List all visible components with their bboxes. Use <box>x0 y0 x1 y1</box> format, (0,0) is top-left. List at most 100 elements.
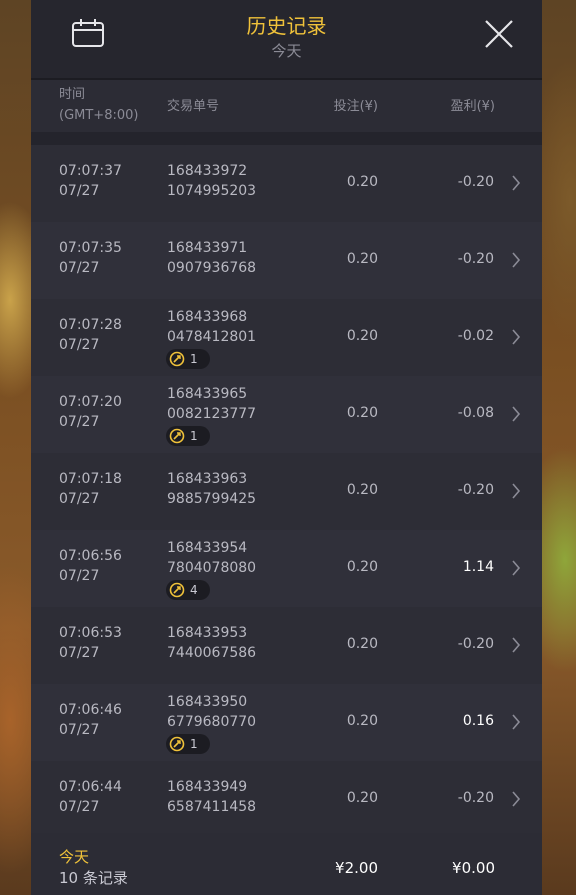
row-order-id-part1: 168433972 <box>167 163 248 179</box>
column-order-label: 交易单号 <box>167 99 220 114</box>
free-spin-badge: 1 <box>166 734 210 754</box>
row-profit: 0.16 <box>462 713 494 729</box>
row-order-id-part1: 168433950 <box>167 694 248 710</box>
badge-count: 1 <box>190 352 198 366</box>
row-order-id-part2: 1074995203 <box>167 183 257 199</box>
chevron-right-icon[interactable] <box>511 791 521 807</box>
spin-icon <box>169 428 185 444</box>
summary-total-bet: ¥2.00 <box>335 859 378 877</box>
chevron-right-icon[interactable] <box>511 637 521 653</box>
chevron-right-icon[interactable] <box>511 560 521 576</box>
chevron-right-icon[interactable] <box>511 714 521 730</box>
row-date: 07/27 <box>59 414 100 430</box>
row-order-id-part2: 0082123777 <box>167 406 257 422</box>
column-time-label: 时间 <box>59 87 86 102</box>
page-subtitle: 今天 <box>271 42 302 60</box>
summary-footer: 今天 10 条记录 ¥2.00 ¥0.00 <box>31 833 542 895</box>
row-profit: -0.20 <box>457 251 494 267</box>
chevron-right-icon[interactable] <box>511 329 521 345</box>
row-order-id-part2: 0478412801 <box>167 329 257 345</box>
record-list: 07:07:37 07/27 168433972 1074995203 0.20 -0.2… <box>31 145 542 838</box>
column-timezone-label: (GMT+8:00) <box>59 108 139 123</box>
row-time: 07:06:44 <box>59 779 122 795</box>
history-panel: 历史记录 今天 时间 (GMT+8:00) 交易单号 投注(¥) 盈利(¥) 0… <box>31 0 542 895</box>
close-icon[interactable] <box>483 18 515 50</box>
row-time: 07:07:18 <box>59 471 122 487</box>
row-profit: -0.02 <box>457 328 494 344</box>
table-row[interactable]: 07:06:56 07/27 168433954 7804078080 0.20 1.14… <box>31 530 542 607</box>
row-date: 07/27 <box>59 337 100 353</box>
row-time: 07:07:28 <box>59 317 122 333</box>
row-profit: -0.20 <box>457 636 494 652</box>
row-bet: 0.20 <box>346 713 378 729</box>
spin-icon <box>169 736 185 752</box>
row-order-id-part2: 6587411458 <box>167 799 257 815</box>
row-time: 07:07:37 <box>59 163 122 179</box>
row-order-id-part1: 168433965 <box>167 386 248 402</box>
row-time: 07:06:56 <box>59 548 122 564</box>
table-row[interactable]: 07:07:20 07/27 168433965 0082123777 0.20 -0.0… <box>31 376 542 453</box>
row-order-id-part2: 0907936768 <box>167 260 257 276</box>
table-row[interactable]: 07:06:46 07/27 168433950 6779680770 0.20 0.16… <box>31 684 542 761</box>
header: 历史记录 今天 <box>31 0 542 78</box>
row-bet: 0.20 <box>346 482 378 498</box>
badge-count: 4 <box>190 583 198 597</box>
table-row[interactable]: 07:06:44 07/27 168433949 6587411458 0.20 -0.2… <box>31 761 542 838</box>
chevron-right-icon[interactable] <box>511 483 521 499</box>
table-row[interactable]: 07:06:53 07/27 168433953 7440067586 0.20 -0.2… <box>31 607 542 684</box>
page-title: 历史记录 <box>246 14 327 38</box>
row-bet: 0.20 <box>346 790 378 806</box>
summary-total-profit: ¥0.00 <box>452 859 495 877</box>
row-order-id-part2: 9885799425 <box>167 491 257 507</box>
row-date: 07/27 <box>59 568 100 584</box>
chevron-right-icon[interactable] <box>511 252 521 268</box>
row-order-id-part1: 168433953 <box>167 625 248 641</box>
row-time: 07:07:20 <box>59 394 122 410</box>
row-order-id-part2: 7804078080 <box>167 560 257 576</box>
column-bet-label: 投注(¥) <box>333 99 378 114</box>
free-spin-badge: 1 <box>166 426 210 446</box>
row-time: 07:06:46 <box>59 702 122 718</box>
spin-icon <box>169 582 185 598</box>
summary-count: 10 条记录 <box>59 869 128 887</box>
chevron-right-icon[interactable] <box>511 406 521 422</box>
row-profit: -0.08 <box>457 405 494 421</box>
table-row[interactable]: 07:07:18 07/27 168433963 9885799425 0.20 -0.2… <box>31 453 542 530</box>
column-headers: 时间 (GMT+8:00) 交易单号 投注(¥) 盈利(¥) <box>31 80 542 132</box>
row-bet: 0.20 <box>346 559 378 575</box>
row-order-id-part1: 168433963 <box>167 471 248 487</box>
row-profit: -0.20 <box>457 790 494 806</box>
row-bet: 0.20 <box>346 251 378 267</box>
badge-count: 1 <box>190 737 198 751</box>
spin-icon <box>169 351 185 367</box>
row-date: 07/27 <box>59 260 100 276</box>
row-date: 07/27 <box>59 491 100 507</box>
free-spin-badge: 1 <box>166 349 210 369</box>
table-row[interactable]: 07:07:35 07/27 168433971 0907936768 0.20 -0.2… <box>31 222 542 299</box>
row-date: 07/27 <box>59 799 100 815</box>
row-bet: 0.20 <box>346 174 378 190</box>
row-bet: 0.20 <box>346 405 378 421</box>
row-date: 07/27 <box>59 722 100 738</box>
row-profit: 1.14 <box>462 559 494 575</box>
table-row[interactable]: 07:07:37 07/27 168433972 1074995203 0.20 -0.2… <box>31 145 542 222</box>
row-date: 07/27 <box>59 645 100 661</box>
row-profit: -0.20 <box>457 482 494 498</box>
column-profit-label: 盈利(¥) <box>450 99 495 114</box>
table-row[interactable]: 07:07:28 07/27 168433968 0478412801 0.20 -0.0… <box>31 299 542 376</box>
row-order-id-part1: 168433954 <box>167 540 248 556</box>
row-order-id-part1: 168433968 <box>167 309 248 325</box>
row-time: 07:07:35 <box>59 240 122 256</box>
row-time: 07:06:53 <box>59 625 122 641</box>
row-order-id-part2: 6779680770 <box>167 714 257 730</box>
row-order-id-part2: 7440067586 <box>167 645 257 661</box>
row-date: 07/27 <box>59 183 100 199</box>
row-order-id-part1: 168433949 <box>167 779 248 795</box>
chevron-right-icon[interactable] <box>511 175 521 191</box>
summary-period: 今天 <box>59 848 90 866</box>
free-spin-badge: 4 <box>166 580 210 600</box>
badge-count: 1 <box>190 429 198 443</box>
row-bet: 0.20 <box>346 636 378 652</box>
row-order-id-part1: 168433971 <box>167 240 248 256</box>
row-bet: 0.20 <box>346 328 378 344</box>
